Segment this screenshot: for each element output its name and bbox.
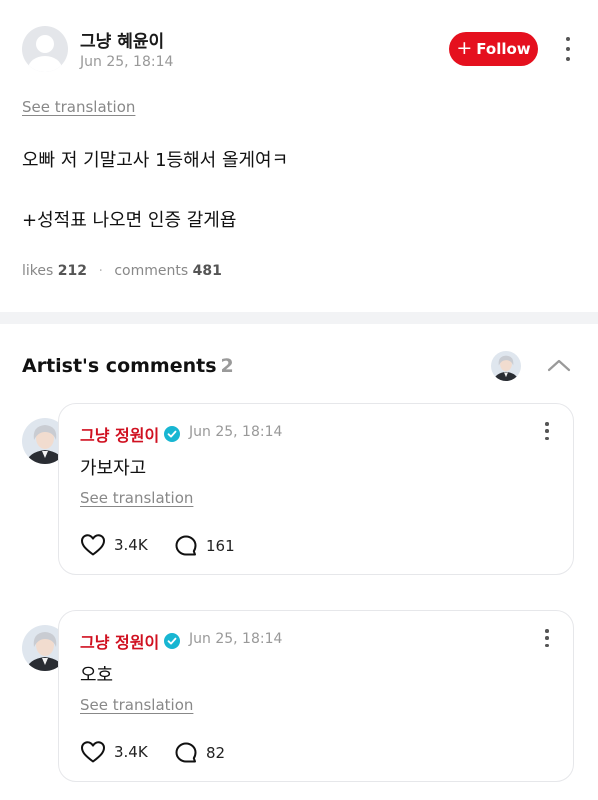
comment-timestamp: Jun 25, 18:14 [189,424,283,440]
like-count: 3.4K [114,536,148,554]
post-text-line-1: 오빠 저 기말고사 1등해서 올게여ㅋ [22,150,289,171]
comments-count[interactable]: 481 [193,263,222,279]
comment-author[interactable]: 그냥 정원이 [80,629,181,653]
section-divider [0,312,598,324]
reply-count: 161 [206,537,235,555]
comment-timestamp: Jun 25, 18:14 [189,631,283,647]
comments-label[interactable]: comments [114,263,188,279]
post-text-line-2: +성적표 나오면 인증 갈게욥 [22,210,237,231]
likes-label: likes [22,263,54,279]
like-count: 3.4K [114,743,148,761]
like-button[interactable]: 3.4K [80,533,148,557]
comment-bubble-icon [175,535,197,556]
reply-count: 82 [206,744,226,762]
kebab-menu-icon[interactable] [564,37,572,61]
comment-text: 가보자고 [80,458,147,479]
post-timestamp: Jun 25, 18:14 [80,54,174,70]
user-placeholder-icon[interactable] [22,26,68,72]
artist-comments-title: Artist's comments 2 [22,355,234,377]
post-stats: likes 212 · comments 481 [22,263,222,279]
plus-icon: + [456,37,473,59]
heart-icon [81,534,105,556]
comment-text: 오호 [80,665,114,686]
artist-comment-card: 그냥 정원이 Jun 25, 18:14 가보자고 See translatio… [58,403,574,575]
verified-badge-icon [164,426,181,442]
post-author-name[interactable]: 그냥 혜윤이 [80,27,164,52]
like-button[interactable]: 3.4K [80,740,148,764]
see-translation-link[interactable]: See translation [80,696,193,714]
comment-author[interactable]: 그냥 정원이 [80,422,181,446]
post-card: 그냥 혜윤이 Jun 25, 18:14 + Follow See transl… [0,0,598,312]
artist-avatar-small[interactable] [491,351,521,381]
kebab-menu-icon[interactable] [543,422,551,440]
follow-button-label: Follow [476,40,531,58]
kebab-menu-icon[interactable] [543,629,551,647]
follow-button[interactable]: + Follow [449,32,538,66]
verified-badge-icon [164,633,181,649]
see-translation-link[interactable]: See translation [80,489,193,507]
artist-comment-card: 그냥 정원이 Jun 25, 18:14 오호 See translation … [58,610,574,782]
chevron-up-icon[interactable] [546,356,572,374]
artist-comments-label: Artist's comments [22,355,217,377]
heart-icon [81,741,105,763]
likes-count: 212 [57,263,87,279]
reply-button[interactable]: 161 [174,534,235,558]
comment-author-name: 그냥 정원이 [80,426,160,445]
see-translation-link[interactable]: See translation [22,98,135,116]
comment-bubble-icon [175,742,197,763]
reply-button[interactable]: 82 [174,741,225,765]
comment-author-name: 그냥 정원이 [80,633,160,652]
artist-comments-count: 2 [220,355,234,377]
